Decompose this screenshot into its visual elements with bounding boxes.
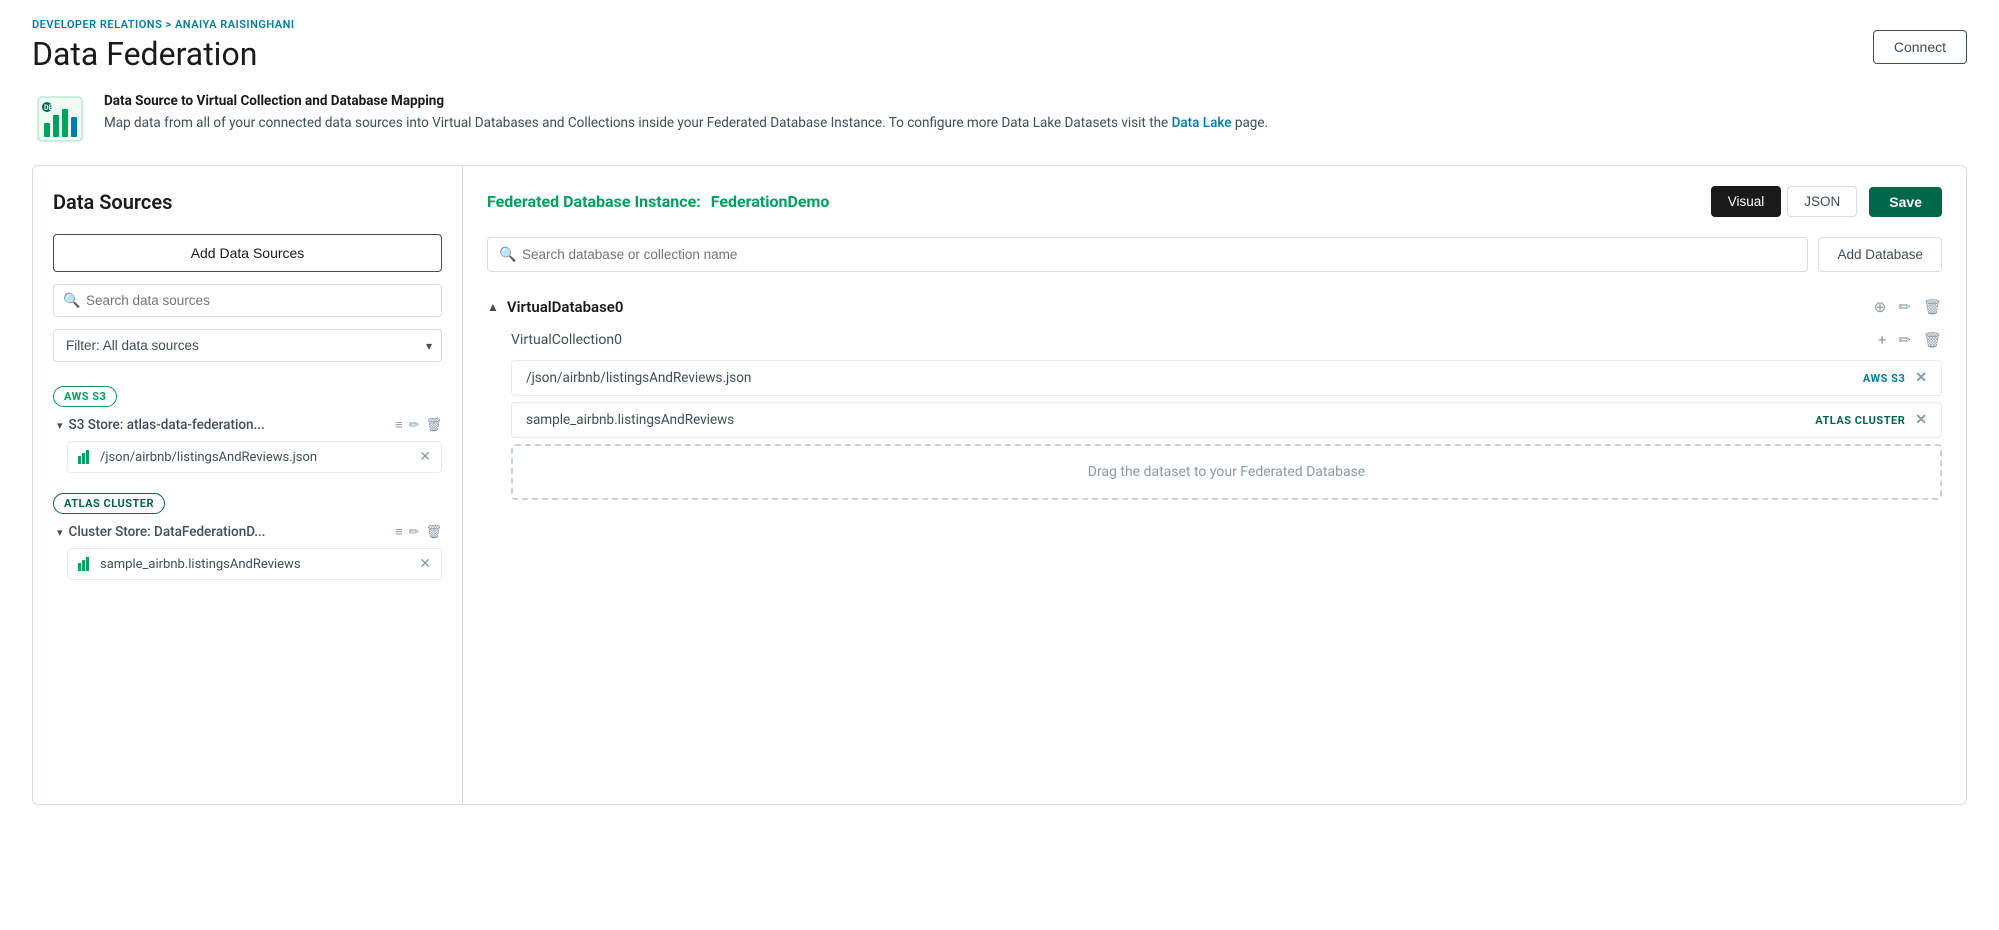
vcol-actions: + ✏ 🗑 — [1878, 331, 1942, 349]
atlas-store-name: Cluster Store: DataFederationD... — [69, 524, 389, 540]
bars-icon — [78, 449, 92, 465]
panel-search-wrap: 🔍 Add Database — [487, 237, 1942, 272]
caret-icon: ▾ — [57, 419, 63, 432]
search-data-sources-input[interactable] — [53, 284, 442, 317]
aws-item-name: /json/airbnb/listingsAndReviews.json — [100, 450, 411, 465]
svg-text:DB: DB — [44, 104, 54, 112]
panel-title-prefix: Federated Database Instance: — [487, 192, 701, 211]
dataset-row-atlas: sample_airbnb.listingsAndReviews ATLAS C… — [511, 402, 1942, 438]
vcol-add-icon[interactable]: + — [1878, 331, 1887, 349]
dataset-tag-aws: AWS S3 — [1863, 372, 1905, 385]
search-icon: 🔍 — [63, 293, 80, 309]
info-title: Data Source to Virtual Collection and Da… — [104, 93, 444, 109]
filter-select[interactable]: Filter: All data sources AWS S3 Atlas Cl… — [53, 329, 442, 362]
list-icon-atlas[interactable]: ≡ — [395, 524, 403, 540]
json-toggle-button[interactable]: JSON — [1787, 186, 1857, 217]
virtual-collection-header: VirtualCollection0 + ✏ 🗑 — [511, 326, 1942, 354]
atlas-data-item: sample_airbnb.listingsAndReviews ✕ — [67, 548, 442, 580]
dataset-row-aws: /json/airbnb/listingsAndReviews.json AWS… — [511, 360, 1942, 396]
info-text: Data Source to Virtual Collection and Da… — [104, 91, 1268, 134]
breadcrumb: DEVELOPER RELATIONS > ANAIYA RAISINGHANI — [32, 18, 295, 31]
vcol-delete-icon[interactable]: 🗑 — [1923, 331, 1942, 349]
view-toggle: Visual JSON Save — [1711, 186, 1942, 217]
search-data-sources-wrap: 🔍 — [53, 284, 442, 317]
dataset-path-atlas: sample_airbnb.listingsAndReviews — [526, 412, 1815, 428]
vdb-caret-icon[interactable]: ▲ — [487, 300, 499, 314]
panel-search-icon: 🔍 — [499, 247, 516, 263]
virtual-collection-block: VirtualCollection0 + ✏ 🗑 /json/airbnb/li… — [511, 326, 1942, 500]
add-database-button[interactable]: Add Database — [1818, 237, 1942, 272]
remove-aws-dataset-icon[interactable]: ✕ — [1915, 370, 1927, 386]
aws-s3-badge: AWS S3 — [53, 386, 117, 407]
atlas-store-row: ▾ Cluster Store: DataFederationD... ≡ ✏ … — [53, 524, 442, 540]
page-title: Data Federation — [32, 35, 295, 73]
filter-select-wrap: Filter: All data sources AWS S3 Atlas Cl… — [53, 329, 442, 362]
save-button[interactable]: Save — [1869, 187, 1942, 217]
sidebar-title: Data Sources — [53, 190, 442, 214]
vdb-edit-icon[interactable]: ✏ — [1898, 298, 1911, 316]
delete-icon[interactable]: 🗑 — [425, 418, 442, 433]
delete-icon-atlas[interactable]: 🗑 — [425, 525, 442, 540]
drop-zone-text: Drag the dataset to your Federated Datab… — [1088, 464, 1365, 480]
vcol-edit-icon[interactable]: ✏ — [1898, 331, 1911, 349]
aws-store-row: ▾ S3 Store: atlas-data-federation... ≡ ✏… — [53, 417, 442, 433]
aws-store-name: S3 Store: atlas-data-federation... — [69, 417, 389, 433]
visual-toggle-button[interactable]: Visual — [1711, 186, 1782, 217]
vdb-add-icon[interactable]: ⊕ — [1874, 298, 1887, 316]
aws-s3-section: AWS S3 ▾ S3 Store: atlas-data-federation… — [53, 386, 442, 473]
list-icon[interactable]: ≡ — [395, 417, 403, 433]
panel-header: Federated Database Instance: FederationD… — [487, 186, 1942, 217]
vdb-delete-icon[interactable]: 🗑 — [1923, 298, 1942, 316]
main-panel: Federated Database Instance: FederationD… — [463, 166, 1966, 804]
data-lake-link[interactable]: Data Lake — [1172, 115, 1232, 131]
caret-icon-atlas: ▾ — [57, 526, 63, 539]
info-icon: DB — [32, 91, 88, 147]
dataset-tag-atlas: ATLAS CLUSTER — [1815, 414, 1905, 427]
remove-aws-item-icon[interactable]: ✕ — [419, 449, 431, 465]
panel-title: Federated Database Instance: FederationD… — [487, 192, 829, 211]
remove-atlas-item-icon[interactable]: ✕ — [419, 556, 431, 572]
drop-zone: Drag the dataset to your Federated Datab… — [511, 444, 1942, 500]
panel-instance-name: FederationDemo — [711, 192, 830, 211]
connect-button[interactable]: Connect — [1873, 30, 1967, 64]
aws-data-item: /json/airbnb/listingsAndReviews.json ✕ — [67, 441, 442, 473]
edit-icon-atlas[interactable]: ✏ — [409, 525, 420, 540]
virtual-database-header: ▲ VirtualDatabase0 ⊕ ✏ 🗑 — [487, 292, 1942, 322]
atlas-cluster-section: ATLAS CLUSTER ▾ Cluster Store: DataFeder… — [53, 493, 442, 580]
info-body: Map data from all of your connected data… — [104, 115, 1168, 131]
add-data-sources-button[interactable]: Add Data Sources — [53, 234, 442, 272]
virtual-database-name: VirtualDatabase0 — [507, 298, 1874, 316]
virtual-database-block: ▲ VirtualDatabase0 ⊕ ✏ 🗑 VirtualCollecti… — [487, 292, 1942, 500]
info-body-suffix: page. — [1235, 115, 1268, 131]
atlas-cluster-badge: ATLAS CLUSTER — [53, 493, 165, 514]
edit-icon[interactable]: ✏ — [409, 418, 420, 433]
data-sources-sidebar: Data Sources Add Data Sources 🔍 Filter: … — [33, 166, 463, 804]
bars-icon-atlas — [78, 556, 92, 572]
panel-search-inner: 🔍 — [487, 237, 1808, 272]
panel-search-input[interactable] — [487, 237, 1808, 272]
atlas-item-name: sample_airbnb.listingsAndReviews — [100, 557, 411, 572]
vdb-actions: ⊕ ✏ 🗑 — [1874, 298, 1942, 316]
virtual-collection-name: VirtualCollection0 — [511, 332, 1878, 348]
remove-atlas-dataset-icon[interactable]: ✕ — [1915, 412, 1927, 428]
dataset-path-aws: /json/airbnb/listingsAndReviews.json — [526, 370, 1863, 386]
